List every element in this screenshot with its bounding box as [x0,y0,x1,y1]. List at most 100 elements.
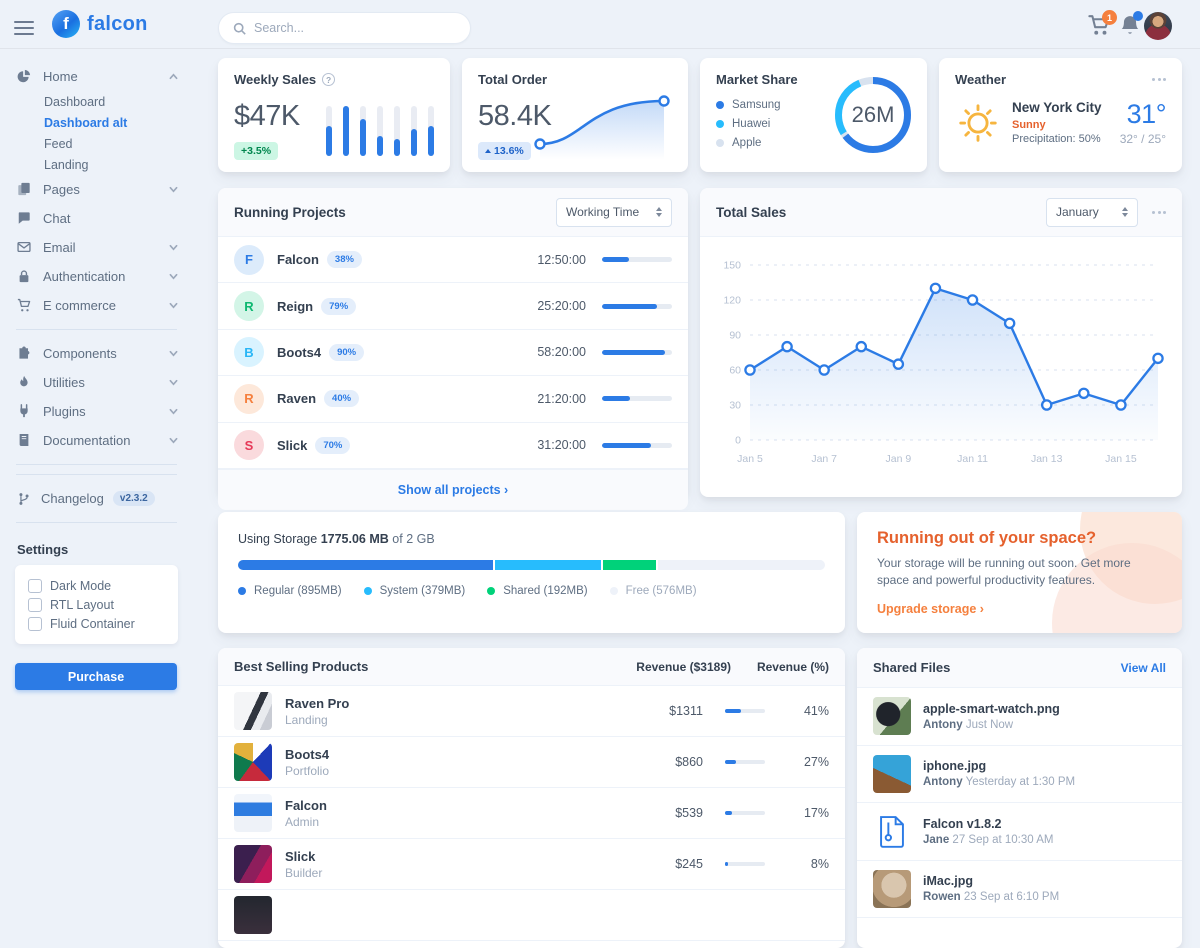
file-row-apple-smart-watch-png[interactable]: apple-smart-watch.pngAntony Just Now [857,688,1182,746]
project-row-boots4[interactable]: BBoots490%58:20:00 [218,330,688,376]
project-row-reign[interactable]: RReign79%25:20:00 [218,283,688,329]
market-share-value: 26M [833,75,913,155]
working-time-select[interactable]: Working Time [556,198,672,227]
storage-legend-item: Shared (192MB) [487,585,587,597]
sidebar-item-chat[interactable]: Chat [0,204,193,233]
product-thumbnail [234,743,272,781]
legend-dot-icon [364,587,372,595]
rtl-layout-checkbox[interactable] [28,598,42,612]
help-icon[interactable]: ? [322,73,335,86]
brand-logo[interactable]: f falcon [52,10,148,38]
product-price: $1311 [607,704,703,718]
sidebar-item-plugins[interactable]: Plugins [0,397,193,426]
total-order-title: Total Order [478,72,547,87]
product-row-boots4[interactable]: Boots4Portfolio$86027% [218,737,845,788]
project-time: 31:20:00 [537,438,586,452]
weekly-bar [343,106,349,156]
sidebar-item-components[interactable]: Components [0,339,193,368]
project-row-raven[interactable]: RRaven40%21:20:00 [218,376,688,422]
sidebar-subitem-dashboard[interactable]: Dashboard [0,91,193,112]
show-all-projects-link[interactable]: Show all projects › [218,469,688,510]
search-box[interactable] [218,12,471,44]
upgrade-storage-link[interactable]: Upgrade storage › [877,602,984,616]
sidebar-item-changelog[interactable]: Changelog v2.3.2 [0,484,193,513]
chat-icon [17,211,33,227]
storage-card: Using Storage 1775.06 MB of 2 GB Regular… [218,512,845,633]
best-selling-title: Best Selling Products [234,659,368,674]
cart-icon[interactable]: 1 [1088,14,1112,38]
product-row-falcon[interactable]: FalconAdmin$53917% [218,788,845,839]
product-pct: 8% [787,857,829,871]
product-revenue-bar [725,862,765,866]
product-thumbnail [234,794,272,832]
fluid-container-checkbox[interactable] [28,617,42,631]
file-row-falcon-v1-8-2[interactable]: Falcon v1.8.2Jane 27 Sep at 10:30 AM [857,803,1182,861]
running-projects-title: Running Projects [234,205,346,220]
sidebar-item-authentication[interactable]: Authentication [0,262,193,291]
total-order-badge: 13.6% [478,142,531,160]
storage-segment-shared [603,560,658,570]
project-progress-badge: 79% [321,298,356,315]
weekly-bar [428,106,434,156]
storage-total: of 2 GB [392,532,434,546]
sidebar-item-email[interactable]: Email [0,233,193,262]
settings-card: Dark ModeRTL LayoutFluid Container [15,565,178,644]
project-row-slick[interactable]: SSlick70%31:20:00 [218,423,688,469]
weather-card: Weather New York City Sunny Precipitatio… [939,58,1182,172]
sidebar-item-home[interactable]: Home [0,62,193,91]
storage-legend-item: System (379MB) [364,585,466,597]
weekly-bar [411,106,417,156]
search-input[interactable] [254,21,456,35]
select-arrows-icon [656,207,662,217]
running-projects-card: Running Projects Working Time FFalcon38%… [218,188,688,497]
project-progress-bar [602,396,672,401]
weather-title: Weather [955,72,1006,87]
file-meta: Rowen 23 Sep at 6:10 PM [923,891,1059,903]
sidebar-nav: HomeDashboardDashboard altFeedLandingPag… [0,62,193,465]
chevron-down-icon [169,407,179,417]
setting-fluid-container[interactable]: Fluid Container [28,614,165,633]
month-select[interactable]: January [1046,198,1138,227]
total-order-card: Total Order 58.4K 13.6% [462,58,688,172]
more-menu-icon[interactable] [1152,207,1166,218]
total-sales-title: Total Sales [716,205,786,220]
file-row-imac-jpg[interactable]: iMac.jpgRowen 23 Sep at 6:10 PM [857,861,1182,919]
weather-condition: Sunny [1012,119,1102,131]
purchase-button[interactable]: Purchase [15,663,177,690]
code-branch-icon [17,492,31,506]
sidebar-subitem-feed[interactable]: Feed [0,133,193,154]
settings-heading: Settings [0,532,193,563]
legend-dot-icon [716,120,724,128]
product-row-slick[interactable]: SlickBuilder$2458% [218,839,845,890]
chevron-down-icon [169,272,179,282]
dark-mode-checkbox[interactable] [28,579,42,593]
product-row-raven-pro[interactable]: Raven ProLanding$131141% [218,686,845,737]
svg-text:Jan 9: Jan 9 [886,453,912,465]
shared-files-title: Shared Files [873,660,950,675]
sidebar-item-e-commerce[interactable]: E commerce [0,291,193,320]
hamburger-menu-icon[interactable] [14,21,34,35]
chevron-down-icon [169,436,179,446]
email-icon [17,240,33,256]
col-revenue-pct: Revenue (%) [731,660,829,674]
sidebar-item-documentation[interactable]: Documentation [0,426,193,455]
sidebar: HomeDashboardDashboard altFeedLandingPag… [0,49,193,900]
product-row[interactable] [218,890,845,941]
bell-icon[interactable] [1119,14,1143,38]
user-avatar[interactable] [1144,12,1172,40]
sidebar-subitem-landing[interactable]: Landing [0,154,193,175]
setting-rtl-layout[interactable]: RTL Layout [28,595,165,614]
total-order-line-chart [528,90,676,160]
view-all-link[interactable]: View All [1121,661,1166,675]
setting-dark-mode[interactable]: Dark Mode [28,576,165,595]
sidebar-subitem-dashboard-alt[interactable]: Dashboard alt [0,112,193,133]
more-menu-icon[interactable] [1152,74,1166,85]
caret-up-icon [485,149,491,153]
lock-icon [17,269,33,285]
project-time: 12:50:00 [537,253,586,267]
sidebar-item-utilities[interactable]: Utilities [0,368,193,397]
project-row-falcon[interactable]: FFalcon38%12:50:00 [218,237,688,283]
sidebar-item-pages[interactable]: Pages [0,175,193,204]
file-row-iphone-jpg[interactable]: iphone.jpgAntony Yesterday at 1:30 PM [857,746,1182,804]
legend-dot-icon [716,101,724,109]
